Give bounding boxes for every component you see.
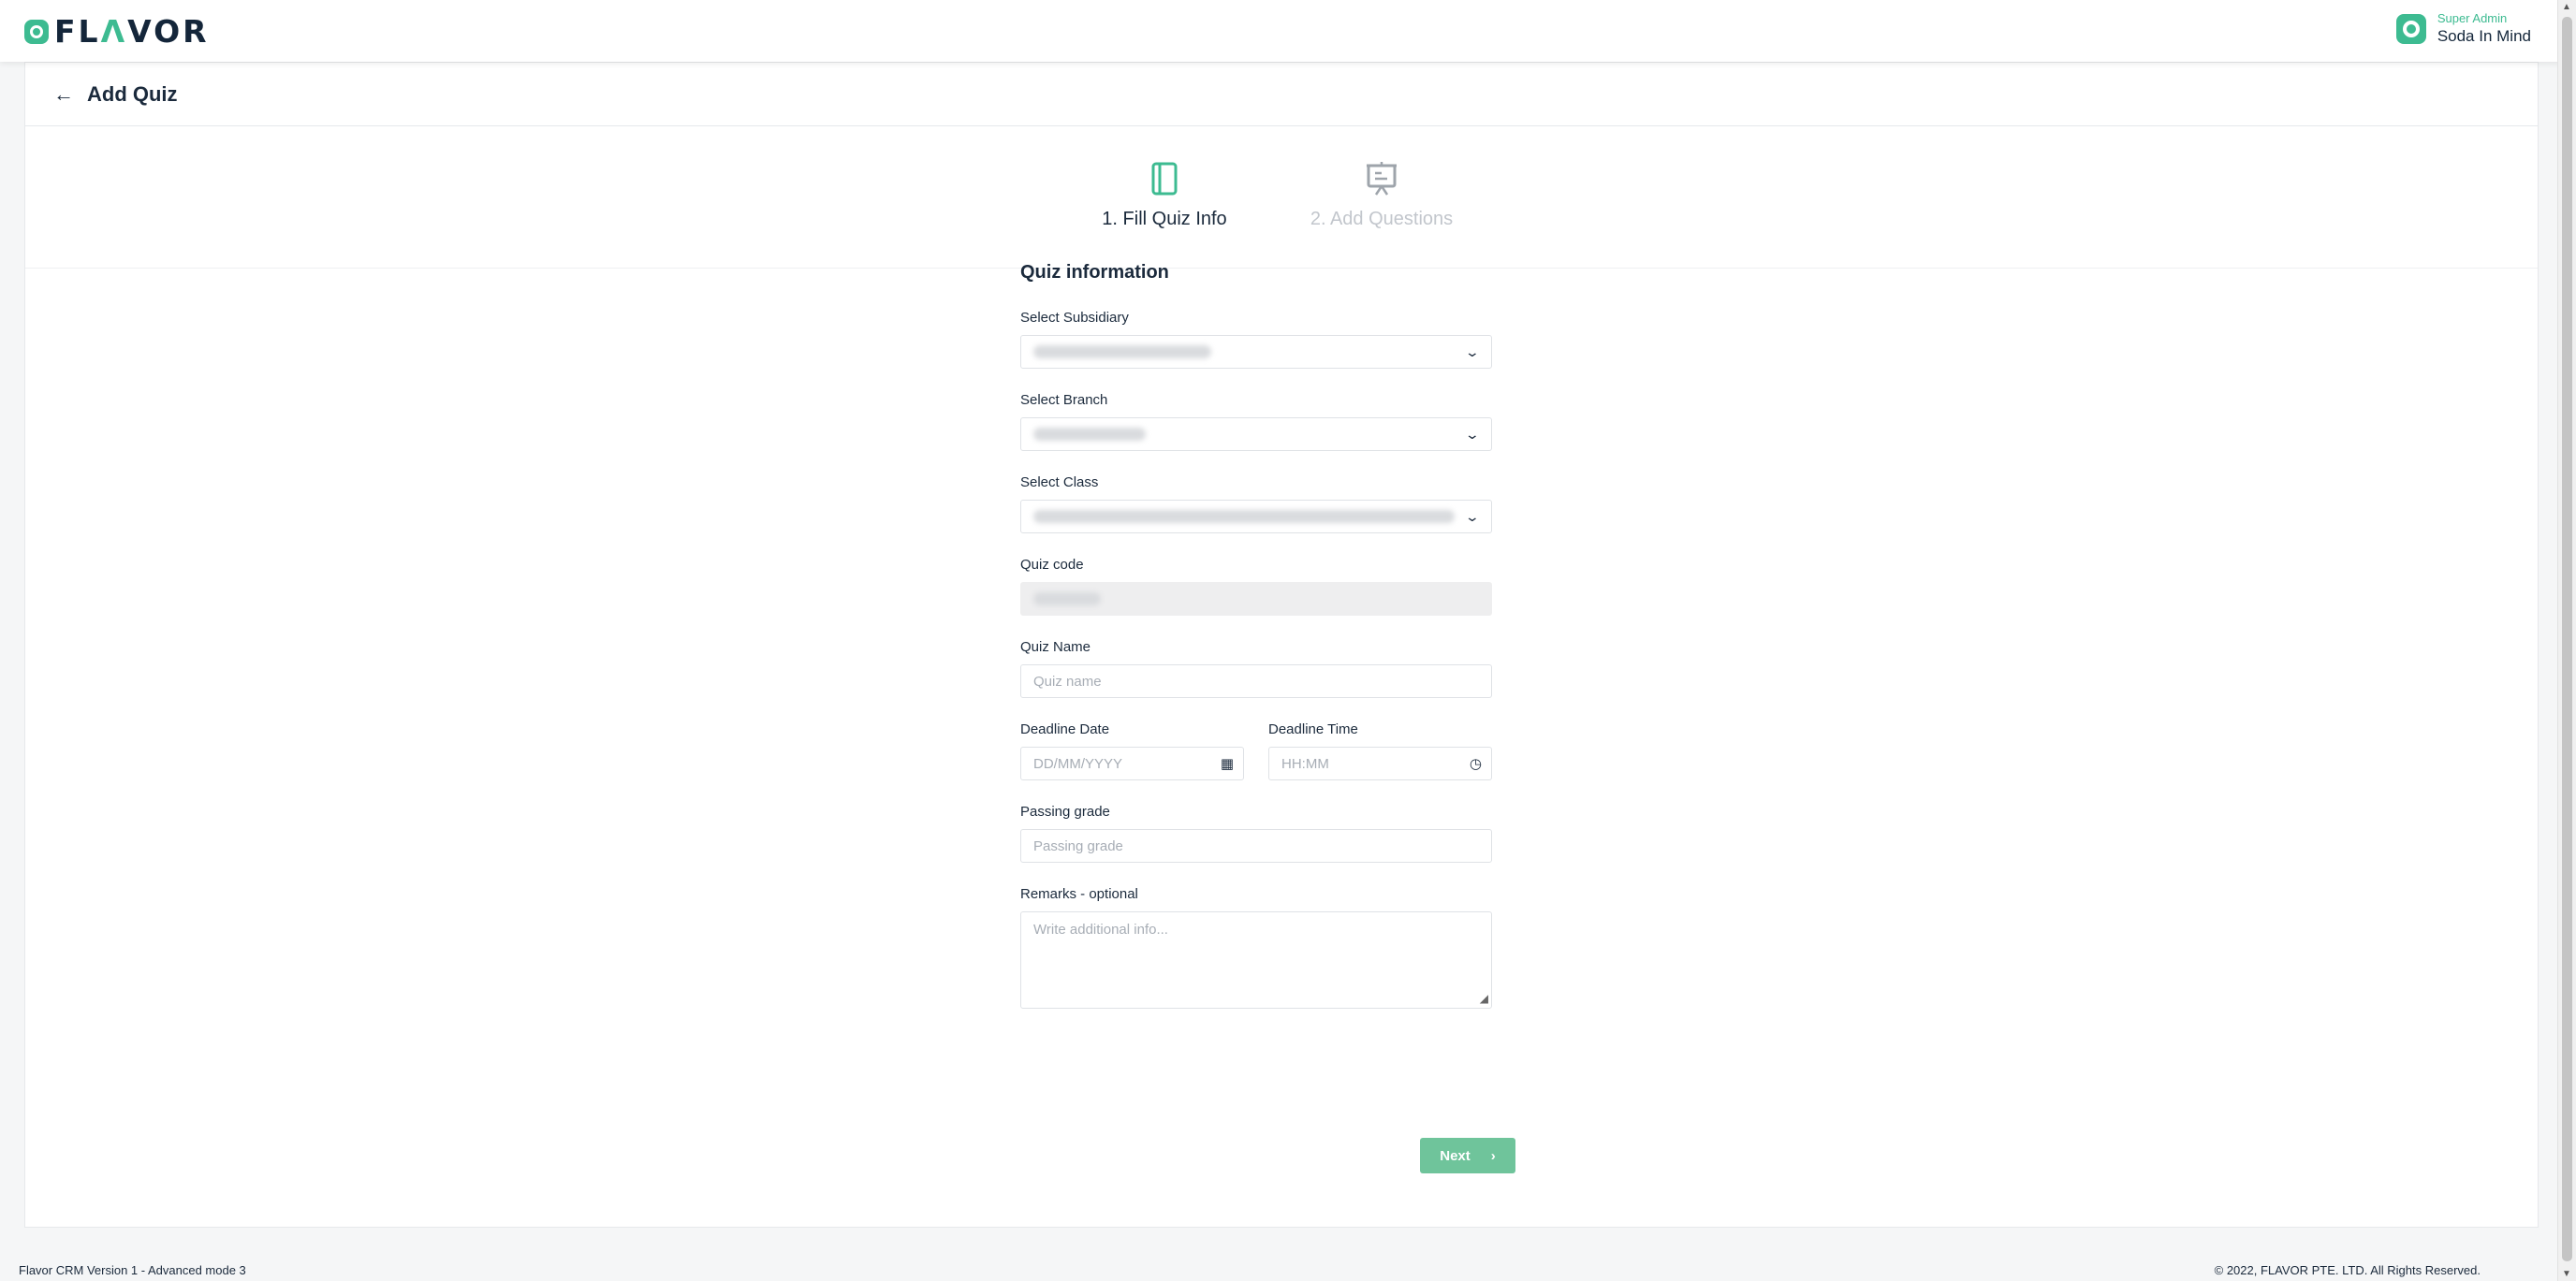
passing-grade-label: Passing grade (1020, 804, 1110, 820)
user-profile[interactable]: Super Admin Soda In Mind (2395, 11, 2531, 46)
chevron-down-icon: ⌄ (1464, 344, 1481, 359)
user-role: Super Admin (2437, 11, 2508, 25)
clock-icon[interactable]: ◷ (1470, 755, 1482, 772)
class-label: Select Class (1020, 474, 1099, 490)
scroll-thumb[interactable] (2562, 17, 2572, 1261)
subsidiary-field: Select Subsidiary ⌄ (1020, 310, 1492, 369)
page-title: Add Quiz (87, 81, 178, 106)
deadline-time-input[interactable]: HH:MM ◷ (1268, 747, 1492, 780)
scroll-up-icon[interactable]: ▲ (2562, 2, 2571, 12)
logo-wordmark: FLΛVOR (54, 13, 210, 50)
remarks-textarea[interactable]: Write additional info... ◢ (1020, 911, 1492, 1009)
quiz-code-input (1020, 582, 1492, 616)
quiz-code-label: Quiz code (1020, 557, 1084, 573)
scroll-down-icon[interactable]: ▼ (2562, 1269, 2571, 1279)
quiz-info-form: Quiz information Select Subsidiary ⌄ Sel… (1020, 262, 1492, 1009)
step-label: 2. Add Questions (1310, 209, 1454, 229)
deadline-time-field: Deadline Time HH:MM ◷ (1268, 721, 1492, 780)
stepper: 1. Fill Quiz Info 2. Add Questions (25, 126, 2538, 269)
page-scrollbar[interactable]: ▲ ▼ (2557, 0, 2576, 1281)
next-button-label: Next (1440, 1147, 1471, 1164)
deadline-date-input[interactable]: DD/MM/YYYY ▦ (1020, 747, 1244, 780)
remarks-placeholder: Write additional info... (1033, 922, 1168, 938)
deadline-time-placeholder: HH:MM (1281, 755, 1329, 772)
subsidiary-label: Select Subsidiary (1020, 310, 1129, 326)
redacted-value (1033, 345, 1211, 358)
subsidiary-select[interactable]: ⌄ (1020, 335, 1492, 369)
passing-grade-placeholder: Passing grade (1033, 837, 1123, 854)
quiz-name-input[interactable]: Quiz name (1020, 664, 1492, 698)
form-title: Quiz information (1020, 262, 1169, 283)
chevron-down-icon: ⌄ (1464, 509, 1481, 524)
deadline-date-placeholder: DD/MM/YYYY (1033, 755, 1123, 772)
branch-label: Select Branch (1020, 392, 1108, 408)
card-header: ← Add Quiz (25, 63, 2538, 126)
quiz-code-field: Quiz code (1020, 557, 1492, 616)
presentation-board-icon (1367, 162, 1397, 196)
avatar[interactable] (2395, 13, 2426, 44)
footer-copyright: © 2022, FLAVOR PTE. LTD. All Rights Rese… (2214, 1263, 2481, 1277)
step-fill-quiz-info[interactable]: 1. Fill Quiz Info (1071, 160, 1258, 230)
quiz-name-placeholder: Quiz name (1033, 673, 1102, 690)
quiz-name-field: Quiz Name Quiz name (1020, 639, 1492, 698)
remarks-label: Remarks - optional (1020, 886, 1138, 902)
class-select[interactable]: ⌄ (1020, 500, 1492, 533)
branch-field: Select Branch ⌄ (1020, 392, 1492, 451)
deadline-date-label: Deadline Date (1020, 721, 1110, 737)
chevron-down-icon: ⌄ (1464, 427, 1481, 442)
user-name: Soda In Mind (2437, 27, 2531, 45)
step-label: 1. Fill Quiz Info (1102, 209, 1227, 229)
notebook-icon (1151, 162, 1178, 196)
remarks-field: Remarks - optional Write additional info… (1020, 886, 1492, 1009)
deadline-time-label: Deadline Time (1268, 721, 1358, 737)
branch-select[interactable]: ⌄ (1020, 417, 1492, 451)
footer: Flavor CRM Version 1 - Advanced mode 3 ©… (0, 1259, 2557, 1281)
passing-grade-input[interactable]: Passing grade (1020, 829, 1492, 863)
redacted-value (1033, 510, 1455, 523)
logo-mark-icon (24, 19, 49, 44)
class-field: Select Class ⌄ (1020, 474, 1492, 533)
deadline-date-field: Deadline Date DD/MM/YYYY ▦ (1020, 721, 1244, 780)
top-bar: FLΛVOR Super Admin Soda In Mind (0, 0, 2576, 62)
next-button[interactable]: Next › (1420, 1138, 1515, 1173)
passing-grade-field: Passing grade Passing grade (1020, 804, 1492, 863)
footer-version: Flavor CRM Version 1 - Advanced mode 3 (19, 1263, 246, 1277)
back-arrow-icon[interactable]: ← (53, 82, 74, 107)
quiz-name-label: Quiz Name (1020, 639, 1091, 655)
resize-handle-icon[interactable]: ◢ (1480, 992, 1488, 1005)
redacted-value (1033, 592, 1101, 605)
step-add-questions[interactable]: 2. Add Questions (1288, 160, 1475, 230)
calendar-icon[interactable]: ▦ (1221, 755, 1234, 772)
chevron-right-icon: › (1490, 1147, 1496, 1164)
logo[interactable]: FLΛVOR (24, 13, 210, 50)
redacted-value (1033, 428, 1146, 441)
